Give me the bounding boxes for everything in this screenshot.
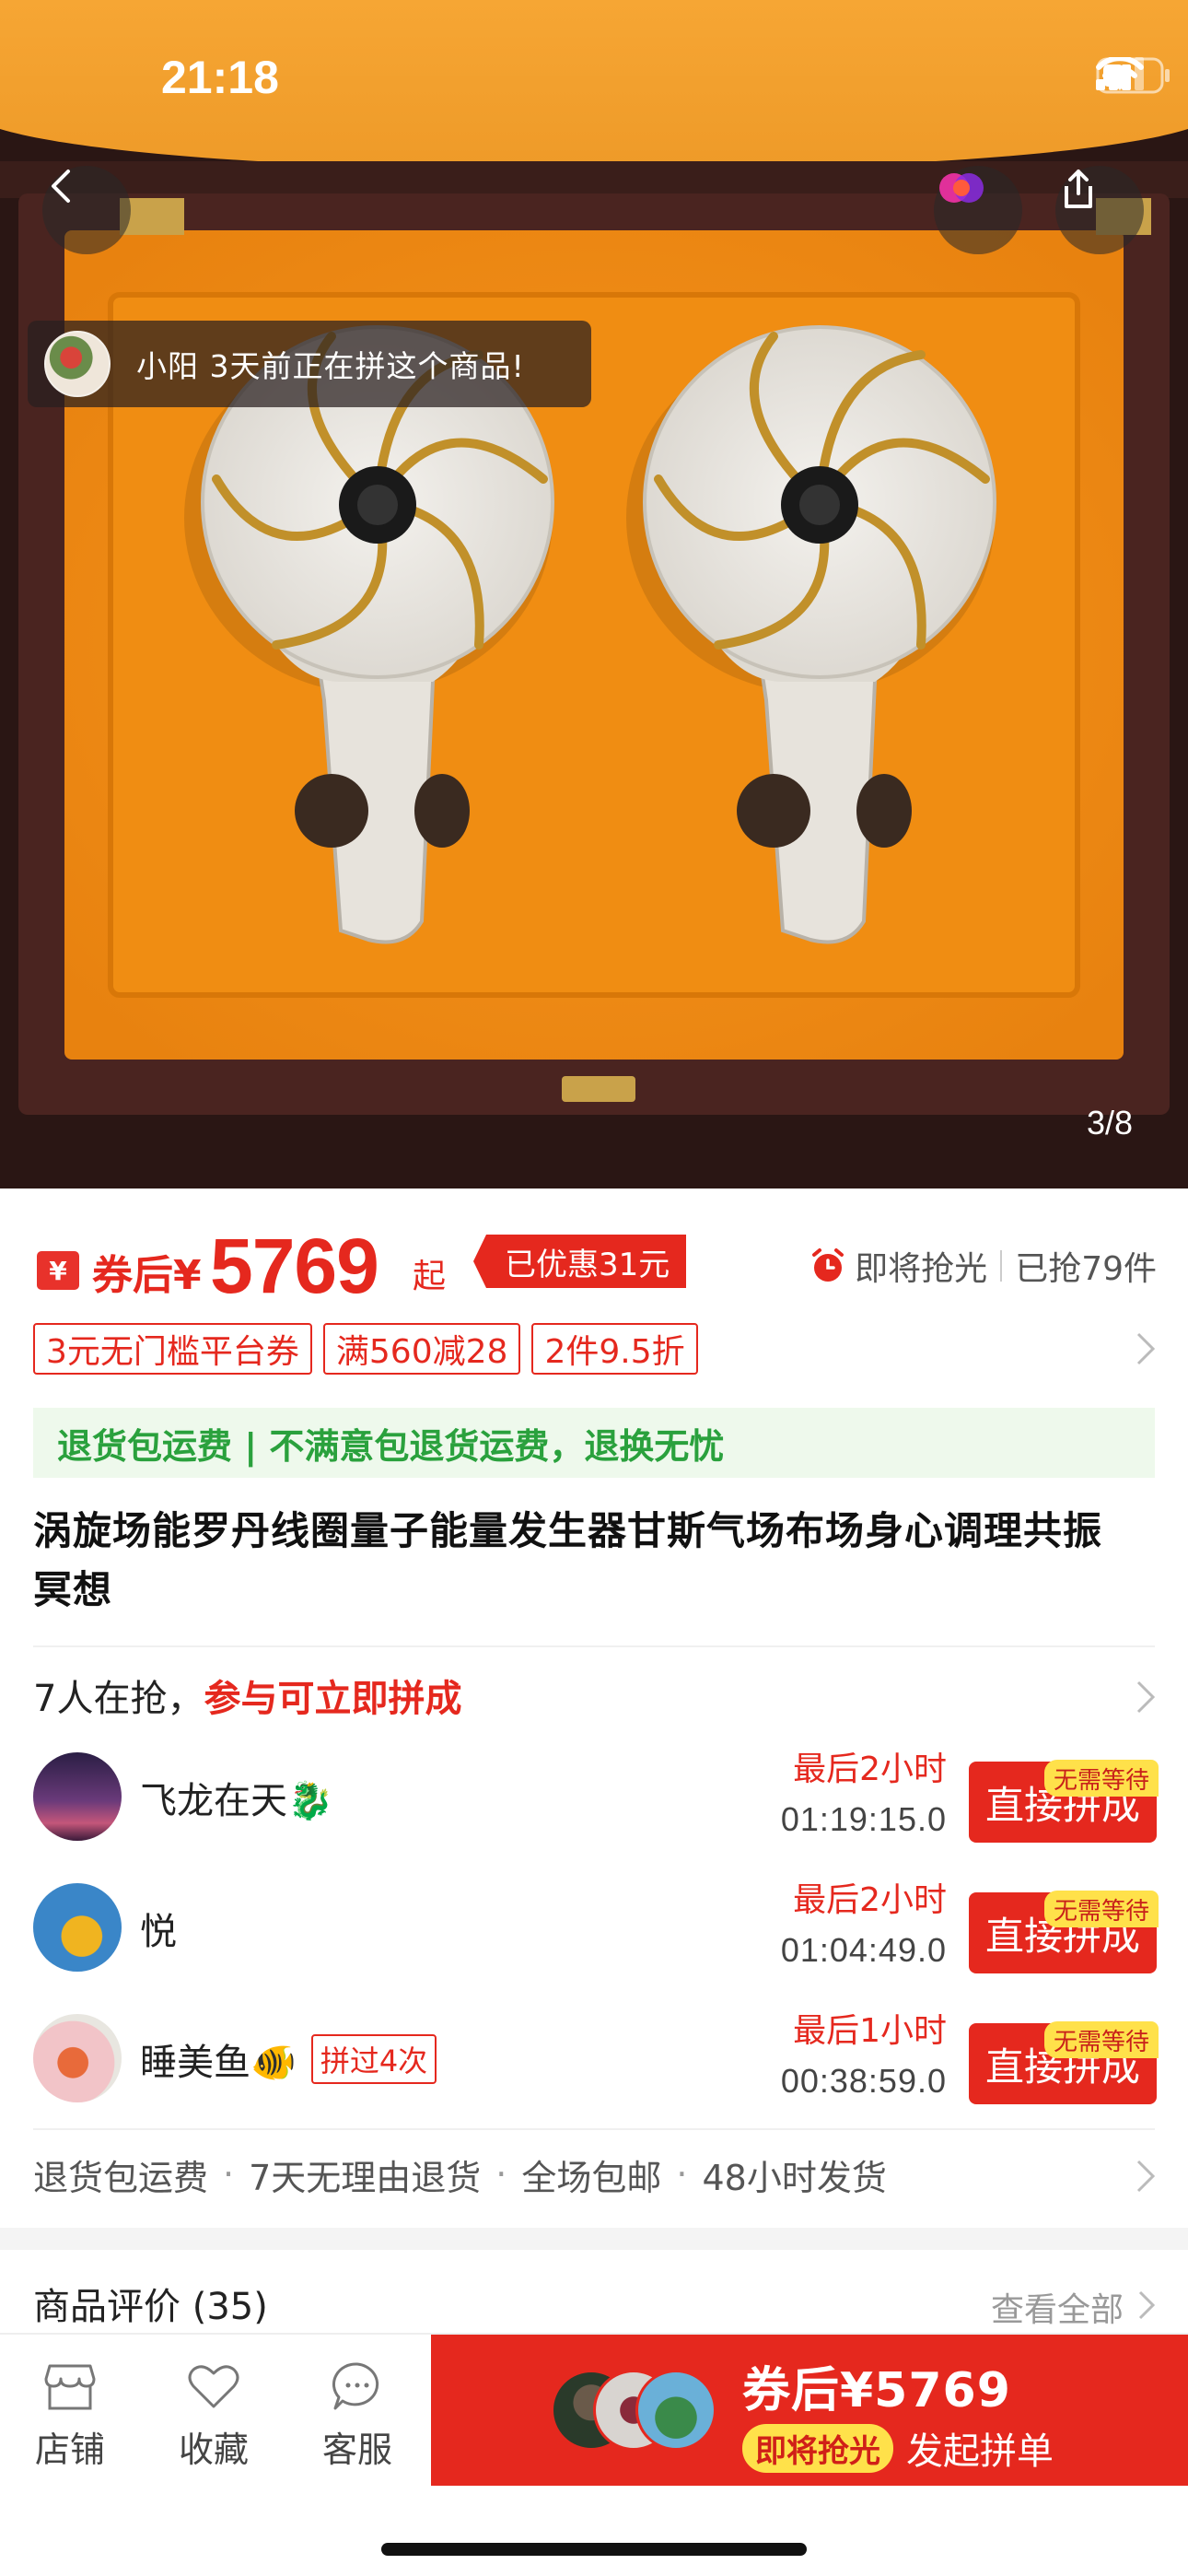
discount-tag: 已优惠31元 — [473, 1235, 687, 1288]
status-time: 21:18 — [161, 52, 279, 103]
product-photo — [0, 0, 1188, 1188]
join-group-button[interactable]: 直接拼成 无需等待 — [969, 1760, 1159, 1843]
start-group-label: 发起拼单 — [906, 2430, 1054, 2473]
avatar — [33, 1883, 122, 1972]
promo-tag-full-reduction[interactable]: 满560减28 — [322, 1323, 521, 1375]
coupon-icon: ¥ — [37, 1251, 79, 1290]
buyer-avatars — [551, 2370, 716, 2454]
price-row: ¥ 券后¥ 5769 起 已优惠31元 即将抢光 已抢79件 — [33, 1214, 1157, 1316]
divider — [33, 2128, 1155, 2130]
group-member-name: 悦 — [140, 1911, 177, 1953]
toast-text: 小阳 3天前正在拼这个商品! — [136, 348, 525, 384]
product-image-carousel[interactable]: 21:18 小阳 3天前正在拼这个商品! 3/8 — [0, 0, 1188, 1188]
no-wait-badge: 无需等待 — [1043, 2021, 1159, 2058]
reviews-header[interactable]: 商品评价 (35) 查看全部 — [33, 2276, 1157, 2331]
status-bar: 21:18 — [0, 0, 1188, 157]
toast-avatar — [44, 331, 111, 397]
join-group-button[interactable]: 直接拼成 无需等待 — [969, 2021, 1159, 2104]
group-activity-toast: 小阳 3天前正在拼这个商品! — [28, 321, 591, 407]
service-item: 48小时发货 — [702, 2157, 887, 2198]
promo-tags-row[interactable]: 3元无门槛平台券 满560减28 2件9.5折 — [33, 1321, 1157, 1376]
group-member-name: 飞龙在天🐉 — [140, 1780, 333, 1822]
product-page: 21:18 小阳 3天前正在拼这个商品! 3/8 ¥ 券后¥ 5769 起 已优… — [0, 0, 1188, 2576]
store-button[interactable]: 店铺 — [15, 2360, 125, 2472]
separator-dot: · — [223, 2154, 235, 2195]
countdown: 01:19:15.0 — [780, 1800, 947, 1838]
avatar — [33, 1752, 122, 1841]
service-item: 退货包运费 — [33, 2157, 209, 2198]
back-button[interactable] — [42, 166, 131, 254]
time-remaining-label: 最后2小时 — [793, 1751, 947, 1788]
flash-sale-badge: 即将抢光 — [742, 2423, 893, 2473]
share-icon — [1065, 170, 1092, 208]
avatar — [635, 2370, 716, 2451]
buy-price: 券后¥5769 — [742, 2363, 1011, 2418]
price-amount: 5769 — [210, 1223, 379, 1309]
return-policy-banner: 退货包运费 | 不满意包退货运费，退换无忧 — [33, 1408, 1155, 1478]
customer-service-label: 客服 — [321, 2430, 392, 2470]
chevron-right-icon — [1136, 1332, 1156, 1365]
group-buy-item: 悦 最后2小时 01:04:49.0 直接拼成 无需等待 — [33, 1876, 1159, 1977]
group-timer: 最后1小时 00:38:59.0 — [781, 2007, 947, 2106]
sold-count: 已抢79件 — [1015, 1250, 1157, 1288]
flash-sale-label: 即将抢光 — [855, 1250, 988, 1288]
divider — [1000, 1250, 1003, 1282]
promo-tag-multi-discount[interactable]: 2件9.5折 — [531, 1323, 698, 1375]
group-buy-header[interactable]: 7人在抢， 参与可立即拼成 — [33, 1668, 1157, 1723]
bottom-action-bar: 店铺 收藏 客服 券后¥5769 即将抢光 发起拼单 — [0, 2333, 1188, 2576]
start-group-buy-button[interactable]: 券后¥5769 即将抢光 发起拼单 — [431, 2335, 1188, 2486]
chevron-left-icon — [52, 170, 70, 203]
time-remaining-label: 最后2小时 — [793, 1881, 947, 1919]
join-group-button[interactable]: 直接拼成 无需等待 — [969, 1891, 1159, 1973]
section-gap — [0, 2228, 1188, 2250]
group-history-badge: 拼过4次 — [310, 2034, 437, 2084]
countdown: 01:04:49.0 — [780, 1931, 947, 1969]
reviews-title: 商品评价 (35) — [33, 2286, 268, 2328]
countdown: 00:38:59.0 — [780, 2062, 947, 2100]
heart-icon — [188, 2365, 239, 2408]
separator-dot: · — [495, 2154, 507, 2195]
group-buy-count: 7人在抢， — [33, 1678, 204, 1720]
colorful-overlap-icon — [939, 173, 984, 203]
divider — [33, 1645, 1155, 1647]
group-timer: 最后2小时 01:19:15.0 — [781, 1745, 947, 1844]
buy-subline: 即将抢光 发起拼单 — [742, 2421, 1054, 2475]
multicolor-menu-button[interactable] — [934, 166, 1022, 254]
separator-dot: · — [676, 2154, 688, 2195]
promo-tag-coupon[interactable]: 3元无门槛平台券 — [33, 1323, 312, 1375]
favorite-label: 收藏 — [178, 2430, 249, 2470]
flash-sale-info: 即将抢光 已抢79件 — [809, 1242, 1157, 1290]
product-title: 涡旋场能罗丹线圈量子能量发生器甘斯气场布场身心调理共振冥想 — [33, 1508, 1103, 1612]
image-page-counter: 3/8 — [1086, 1104, 1133, 1142]
no-wait-badge: 无需等待 — [1043, 1891, 1159, 1927]
time-remaining-label: 最后1小时 — [793, 2012, 947, 2050]
group-buy-item: 飞龙在天🐉 最后2小时 01:19:15.0 直接拼成 无需等待 — [33, 1745, 1159, 1846]
battery-icon — [1096, 57, 1170, 94]
service-guarantees[interactable]: 退货包运费 · 7天无理由退货 · 全场包邮 · 48小时发货 — [33, 2147, 1157, 2202]
store-label: 店铺 — [34, 2430, 105, 2470]
chevron-right-icon — [1136, 2160, 1156, 2193]
chevron-right-icon — [1136, 1680, 1156, 1714]
view-all-reviews-link[interactable]: 查看全部 — [991, 2283, 1124, 2331]
no-wait-badge: 无需等待 — [1043, 1760, 1159, 1797]
favorite-button[interactable]: 收藏 — [158, 2360, 269, 2472]
alarm-clock-icon — [812, 1248, 844, 1282]
store-icon — [44, 2364, 96, 2410]
chevron-right-icon — [1138, 2290, 1156, 2320]
home-indicator[interactable] — [381, 2543, 807, 2556]
service-item: 7天无理由退货 — [249, 2157, 482, 2198]
customer-service-button[interactable]: 客服 — [302, 2360, 413, 2472]
group-member-name: 睡美鱼🐠 拼过4次 — [140, 2032, 437, 2086]
group-timer: 最后2小时 01:04:49.0 — [781, 1876, 947, 1975]
group-buy-highlight: 参与可立即拼成 — [204, 1678, 462, 1720]
price-prefix: 券后¥ — [92, 1252, 202, 1299]
chat-bubble-icon — [332, 2362, 379, 2410]
avatar — [33, 2014, 122, 2102]
share-button[interactable] — [1055, 166, 1144, 254]
price-suffix: 起 — [413, 1258, 447, 1295]
service-item: 全场包邮 — [521, 2157, 662, 2198]
group-buy-item: 睡美鱼🐠 拼过4次 最后1小时 00:38:59.0 直接拼成 无需等待 — [33, 2007, 1159, 2108]
